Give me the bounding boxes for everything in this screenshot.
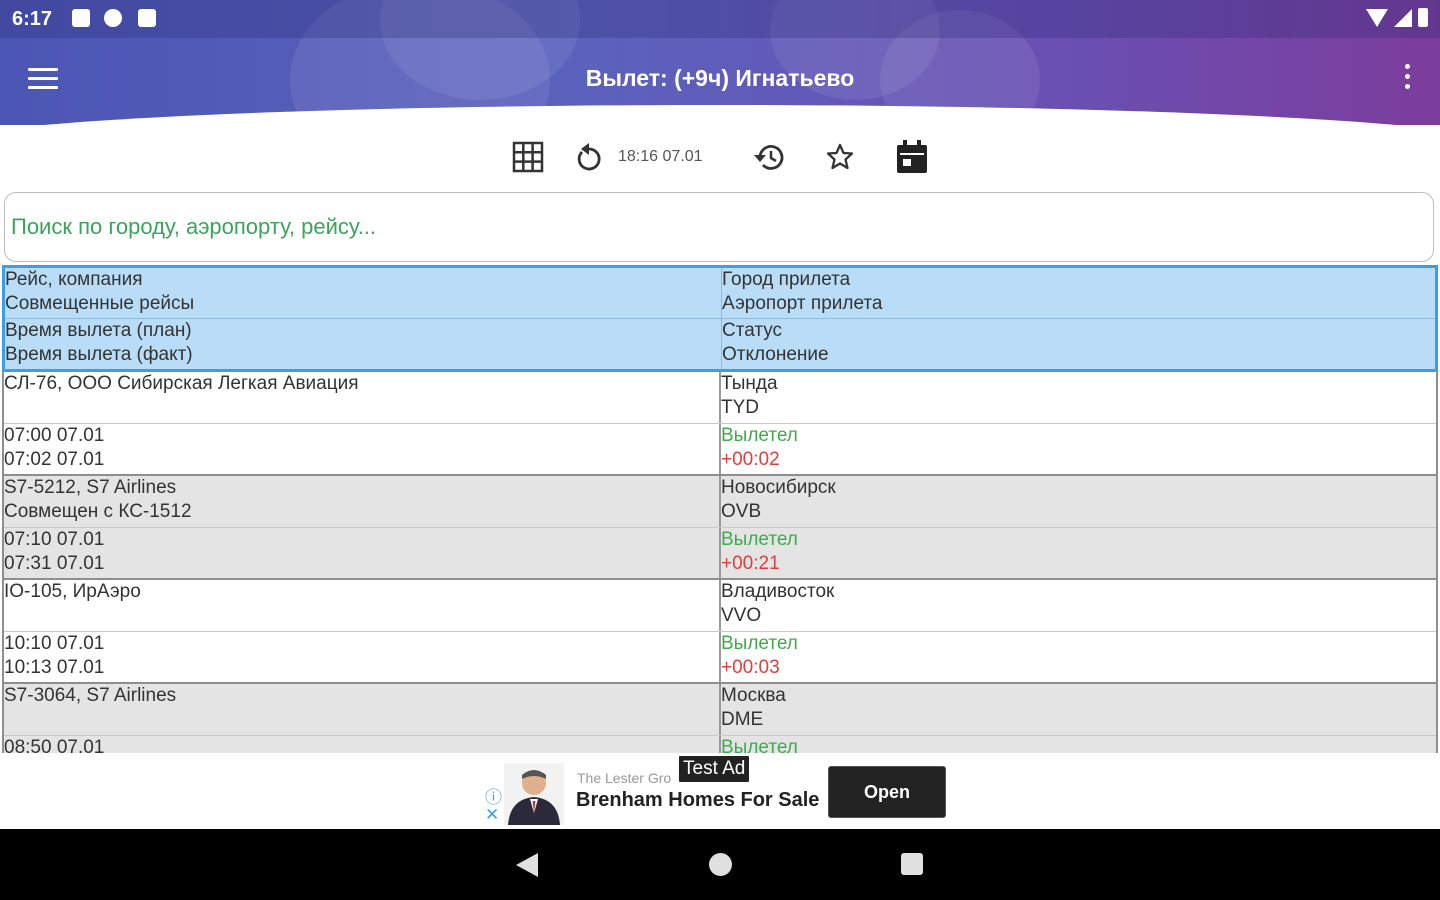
sd-card-icon [138, 9, 156, 27]
flight-deviation: +00:21 [721, 553, 780, 574]
codeshare-info [4, 396, 719, 420]
notification-p-icon [104, 9, 122, 27]
header-dep-actual: Время вылета (факт) [5, 344, 193, 365]
app-bar: Вылет: (+9ч) Игнатьево [0, 38, 1440, 120]
departure-planned: 10:10 07.01 [4, 633, 105, 654]
header-status: Статус [722, 320, 783, 341]
arrival-city: Новосибирск [721, 477, 836, 498]
recents-icon[interactable] [901, 853, 923, 875]
departure-actual: 07:02 07.01 [4, 449, 105, 470]
ad-close-icon[interactable]: ✕ [485, 805, 499, 825]
header-arrival-airport: Аэропорт прилета [722, 293, 883, 314]
ad-title[interactable]: Brenham Homes For Sale [576, 789, 819, 812]
status-time: 6:17 [12, 8, 53, 30]
header-destination-cell: Город прилета Аэропорт прилета [722, 268, 1435, 318]
table-header: Рейс, компания Совмещенные рейсы Город п… [2, 265, 1438, 372]
flight-status: Вылетел [721, 633, 798, 654]
flight-row[interactable]: S7-3064, S7 Airlines Москва DME 08:50 07.… [2, 684, 1438, 764]
header-flight-cell: Рейс, компания Совмещенные рейсы [5, 268, 722, 318]
search-field[interactable] [4, 192, 1434, 262]
wifi-icon [1366, 8, 1388, 27]
ad-advertiser-photo [504, 763, 564, 825]
calendar-icon[interactable] [893, 138, 931, 176]
flight-number: IO-105, ИрАэро [4, 581, 141, 602]
departure-planned: 07:00 07.01 [4, 425, 105, 446]
header-dep-planned: Время вылета (план) [5, 320, 192, 341]
system-nav-bar [0, 829, 1440, 900]
codeshare-info [4, 708, 719, 732]
arrival-airport: VVO [721, 605, 762, 626]
home-icon[interactable] [709, 853, 732, 876]
header-time-cell: Время вылета (план) Время вылета (факт) [5, 319, 722, 369]
ad-open-button[interactable]: Open [828, 766, 946, 818]
flight-number: СЛ-76, ООО Сибирская Легкая Авиация [4, 373, 359, 394]
arrival-airport: TYD [721, 397, 759, 418]
flights-table: Рейс, компания Совмещенные рейсы Город п… [2, 265, 1438, 764]
search-input[interactable] [5, 193, 1433, 261]
more-vert-icon[interactable] [1402, 64, 1412, 94]
departure-planned: 07:10 07.01 [4, 529, 105, 550]
refresh-icon[interactable] [572, 138, 606, 176]
history-icon[interactable] [750, 138, 788, 176]
arrival-city: Москва [721, 685, 786, 706]
flight-status: Вылетел [721, 529, 798, 550]
departure-actual: 10:13 07.01 [4, 657, 105, 678]
toolbar: 18:16 07.01 [0, 138, 1440, 178]
page-title: Вылет: (+9ч) Игнатьево [585, 65, 855, 91]
arrival-airport: OVB [721, 501, 762, 522]
arrival-city: Тында [721, 373, 778, 394]
test-ad-badge: Test Ad [678, 755, 751, 783]
flight-row[interactable]: S7-5212, S7 Airlines Совмещен с КС-1512 Н… [2, 476, 1438, 580]
status-bar: 6:17 [0, 0, 1440, 38]
back-icon[interactable] [516, 853, 538, 877]
flight-number: S7-5212, S7 Airlines [4, 477, 177, 498]
flight-deviation: +00:02 [721, 449, 780, 470]
arrival-city: Владивосток [721, 581, 835, 602]
header-status-cell: Статус Отклонение [722, 319, 1435, 369]
ad-banner-area: ⓘ ✕ The Lester Gro Test Ad Brenham Homes… [0, 753, 1440, 829]
notification-a-icon [72, 9, 90, 27]
header-deviation: Отклонение [722, 344, 829, 365]
last-update-time: 18:16 07.01 [618, 148, 703, 165]
flight-status: Вылетел [721, 425, 798, 446]
star-icon[interactable] [822, 138, 858, 176]
flight-number: S7-3064, S7 Airlines [4, 685, 177, 706]
flight-deviation: +00:03 [721, 657, 780, 678]
header-flight-company: Рейс, компания [5, 269, 143, 290]
grid-icon[interactable] [510, 138, 546, 176]
signal-icon [1394, 8, 1412, 27]
codeshare-info: Совмещен с КС-1512 [4, 501, 192, 522]
header-arrival-city: Город прилета [722, 269, 851, 290]
header-codeshare: Совмещенные рейсы [5, 293, 195, 314]
codeshare-info [4, 604, 719, 628]
arrival-airport: DME [721, 709, 764, 730]
ad-banner[interactable]: ⓘ ✕ The Lester Gro Test Ad Brenham Homes… [480, 753, 960, 829]
flight-row[interactable]: СЛ-76, ООО Сибирская Легкая Авиация Тынд… [2, 372, 1438, 476]
ad-advertiser: The Lester Gro [577, 770, 672, 786]
flight-row[interactable]: IO-105, ИрАэро Владивосток VVO 10:10 07.0… [2, 580, 1438, 684]
departure-actual: 07:31 07.01 [4, 553, 105, 574]
battery-icon [1418, 8, 1428, 27]
